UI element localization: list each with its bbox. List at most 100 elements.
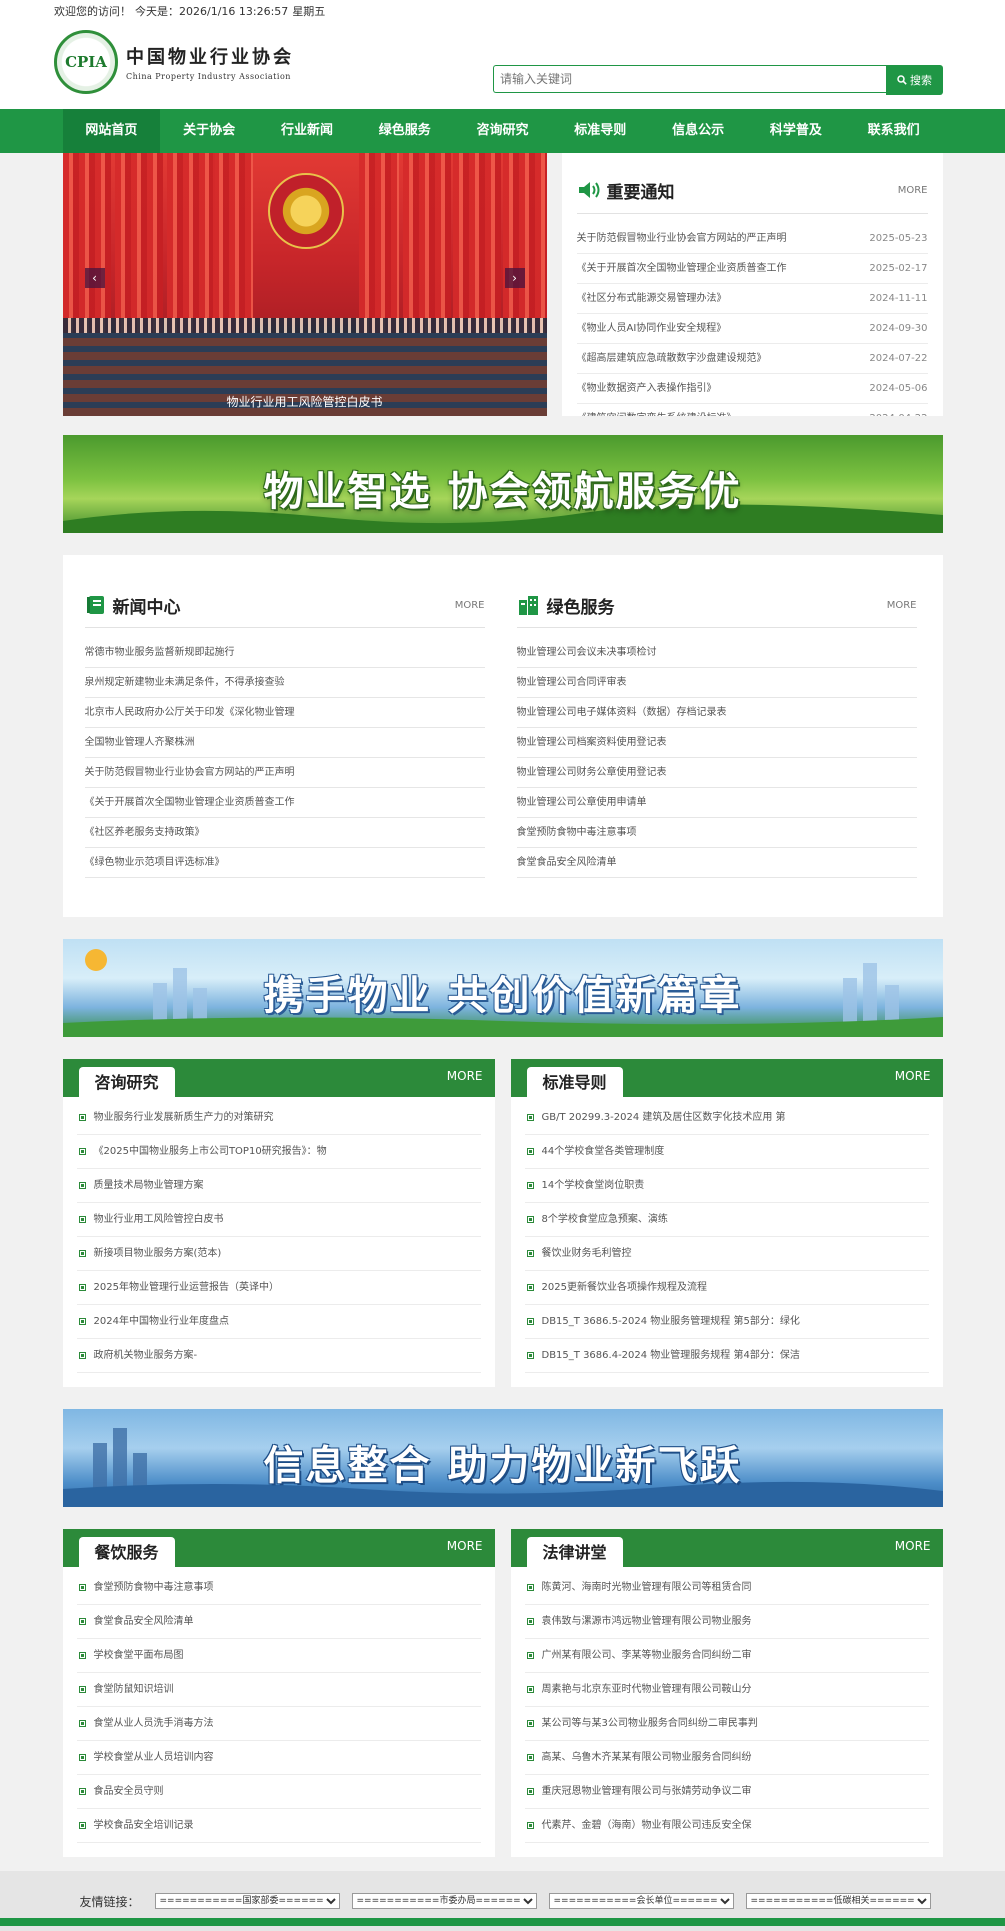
- consulting-item[interactable]: 2025年物业管理行业运营报告（英译中）: [76, 1271, 481, 1305]
- law-item[interactable]: 某公司等与某3公司物业服务合同纠纷二审民事判: [524, 1707, 929, 1741]
- consulting-item[interactable]: 2024年中国物业行业年度盘点: [76, 1305, 481, 1339]
- consulting-item[interactable]: 政府机关物业服务方案-: [76, 1339, 481, 1373]
- banner-2-text: 携手物业 共创价值新篇章: [263, 973, 742, 1019]
- image-slider[interactable]: ‹ › 物业行业用工风险管控白皮书: [62, 153, 547, 416]
- news-item[interactable]: 常德市物业服务监督新规即起施行: [84, 638, 485, 668]
- nav-item-disclosure[interactable]: 信息公示: [649, 109, 747, 153]
- slider-prev-button[interactable]: ‹: [84, 268, 105, 288]
- links-select-city-bureaus[interactable]: ===========市委办局===========: [351, 1893, 537, 1909]
- news-more-link[interactable]: MORE: [455, 600, 485, 611]
- nav-item-industry-news[interactable]: 行业新闻: [258, 109, 356, 153]
- nav-item-standards[interactable]: 标准导则: [551, 109, 649, 153]
- news-item[interactable]: 《关于开展首次全国物业管理企业资质普查工作: [84, 788, 485, 818]
- law-item[interactable]: 代素芹、金碧（海南）物业有限公司违反安全保: [524, 1809, 929, 1843]
- green-item[interactable]: 物业管理公司会议未决事项检讨: [516, 638, 917, 668]
- law-item[interactable]: 重庆冠恩物业管理有限公司与张婧劳动争议二审: [524, 1775, 929, 1809]
- law-more-link[interactable]: MORE: [895, 1539, 931, 1553]
- standards-more-link[interactable]: MORE: [895, 1069, 931, 1083]
- notice-item[interactable]: 《超高层建筑应急疏散数字沙盘建设规范》 2024-07-22: [576, 344, 928, 374]
- standards-item[interactable]: DB15_T 3686.4-2024 物业管理服务规程 第4部分：保洁: [524, 1339, 929, 1373]
- speaker-icon: [578, 182, 599, 198]
- green-service-panel: 绿色服务 MORE 物业管理公司会议未决事项检讨 物业管理公司合同评审表 物业管…: [516, 555, 917, 917]
- promo-banner-1[interactable]: 物业智选 协会领航服务优: [62, 435, 943, 533]
- green-item[interactable]: 食堂预防食物中毒注意事项: [516, 818, 917, 848]
- standards-item[interactable]: 8个学校食堂应急预案、演练: [524, 1203, 929, 1237]
- news-item[interactable]: 《绿色物业示范项目评选标准》: [84, 848, 485, 878]
- links-select-low-carbon[interactable]: ===========低碳相关===========: [745, 1893, 931, 1909]
- notice-item[interactable]: 关于防范假冒物业行业协会官方网站的严正声明 2025-05-23: [576, 224, 928, 254]
- catering-item[interactable]: 学校食堂从业人员培训内容: [76, 1741, 481, 1775]
- news-item[interactable]: 泉州规定新建物业未满足条件，不得承接查验: [84, 668, 485, 698]
- law-item[interactable]: 陈黄河、海南时光物业管理有限公司等租赁合同: [524, 1571, 929, 1605]
- nav-item-green-service[interactable]: 绿色服务: [356, 109, 454, 153]
- slider-next-button[interactable]: ›: [504, 268, 525, 288]
- standards-item[interactable]: 14个学校食堂岗位职责: [524, 1169, 929, 1203]
- weekday: 星期五: [292, 5, 326, 18]
- nav-item-about[interactable]: 关于协会: [160, 109, 258, 153]
- consulting-tab: 咨询研究: [78, 1067, 175, 1097]
- notice-item[interactable]: 《物业数据资产入表操作指引》 2024-05-06: [576, 374, 928, 404]
- consulting-item[interactable]: 物业行业用工风险管控白皮书: [76, 1203, 481, 1237]
- links-select-ministries[interactable]: ===========国家部委===========: [154, 1893, 340, 1909]
- law-item[interactable]: 广州某有限公司、李某等物业服务合同纠纷二审: [524, 1639, 929, 1673]
- catering-item[interactable]: 食品安全员守则: [76, 1775, 481, 1809]
- slider-caption[interactable]: 物业行业用工风险管控白皮书: [63, 393, 547, 410]
- notice-more-link[interactable]: MORE: [898, 185, 928, 196]
- site-logo[interactable]: CPIA 中国物业行业协会 China Property Industry As…: [54, 30, 294, 94]
- green-item[interactable]: 物业管理公司财务公章使用登记表: [516, 758, 917, 788]
- notice-item[interactable]: 《建筑空间数字孪生系统建设标准》2024-04-22: [577, 404, 928, 416]
- promo-banner-3[interactable]: 信息整合 助力物业新飞跃: [62, 1409, 943, 1507]
- nav-item-contact[interactable]: 联系我们: [845, 109, 943, 153]
- notice-panel: 重要通知 MORE 关于防范假冒物业行业协会官方网站的严正声明 2025-05-2…: [561, 153, 943, 416]
- search-input[interactable]: [493, 65, 886, 93]
- standards-panel: 标准导则 MORE GB/T 20299.3-2024 建筑及居住区数字化技术应…: [510, 1059, 943, 1387]
- standards-item[interactable]: GB/T 20299.3-2024 建筑及居住区数字化技术应用 第: [524, 1101, 929, 1135]
- catering-item[interactable]: 食堂防鼠知识培训: [76, 1673, 481, 1707]
- standards-item[interactable]: DB15_T 3686.5-2024 物业服务管理规程 第5部分：绿化: [524, 1305, 929, 1339]
- green-item[interactable]: 物业管理公司合同评审表: [516, 668, 917, 698]
- notice-item[interactable]: 《关于开展首次全国物业管理企业资质普查工作 2025-02-17: [576, 254, 928, 284]
- news-green-section: 新闻中心 MORE 常德市物业服务监督新规即起施行 泉州规定新建物业未满足条件，…: [62, 555, 943, 917]
- catering-item[interactable]: 学校食品安全培训记录: [76, 1809, 481, 1843]
- news-item[interactable]: 全国物业管理人齐聚株洲: [84, 728, 485, 758]
- top-bar: 欢迎您的访问！ 今天是：2026/1/16 13:26:57 星期五: [54, 3, 329, 19]
- nav-item-home[interactable]: 网站首页: [62, 109, 161, 153]
- consulting-item[interactable]: 物业服务行业发展新质生产力的对策研究: [76, 1101, 481, 1135]
- standards-item[interactable]: 44个学校食堂各类管理制度: [524, 1135, 929, 1169]
- promo-banner-2[interactable]: 携手物业 共创价值新篇章: [62, 939, 943, 1037]
- catering-item[interactable]: 食堂食品安全风险清单: [76, 1605, 481, 1639]
- news-center-title: 新闻中心: [85, 593, 181, 618]
- notice-item[interactable]: 《物业人员AI协同作业安全规程》 2024-09-30: [576, 314, 928, 344]
- standards-item[interactable]: 餐饮业财务毛利管控: [524, 1237, 929, 1271]
- book-icon: [86, 596, 104, 614]
- law-item[interactable]: 袁伟致与漯源市鸿远物业管理有限公司物业服务: [524, 1605, 929, 1639]
- catering-panel: 餐饮服务 MORE 食堂预防食物中毒注意事项 食堂食品安全风险清单 学校食堂平面…: [62, 1529, 495, 1857]
- banner-3-text: 信息整合 助力物业新飞跃: [263, 1443, 742, 1489]
- consulting-item[interactable]: 《2025中国物业服务上市公司TOP10研究报告》：物: [76, 1135, 481, 1169]
- consulting-item[interactable]: 质量技术局物业管理方案: [76, 1169, 481, 1203]
- links-select-president-units[interactable]: ===========会长单位===========: [548, 1893, 734, 1909]
- consulting-item[interactable]: 新接项目物业服务方案(范本): [76, 1237, 481, 1271]
- logo-chinese-name: 中国物业行业协会: [126, 47, 294, 68]
- news-item[interactable]: 北京市人民政府办公厅关于印发《深化物业管理: [84, 698, 485, 728]
- nav-item-consulting[interactable]: 咨询研究: [454, 109, 552, 153]
- consulting-more-link[interactable]: MORE: [447, 1069, 483, 1083]
- law-item[interactable]: 高某、乌鲁木齐某某有限公司物业服务合同纠纷: [524, 1741, 929, 1775]
- catering-item[interactable]: 食堂预防食物中毒注意事项: [76, 1571, 481, 1605]
- news-item[interactable]: 关于防范假冒物业行业协会官方网站的严正声明: [84, 758, 485, 788]
- green-item[interactable]: 食堂食品安全风险清单: [516, 848, 917, 878]
- notice-item[interactable]: 《社区分布式能源交易管理办法》 2024-11-11: [576, 284, 928, 314]
- standards-item[interactable]: 2025更新餐饮业各项操作规程及流程: [524, 1271, 929, 1305]
- nav-item-science[interactable]: 科学普及: [747, 109, 845, 153]
- news-item[interactable]: 《社区养老服务支持政策》: [84, 818, 485, 848]
- catering-item[interactable]: 食堂从业人员洗手消毒方法: [76, 1707, 481, 1741]
- catering-item[interactable]: 学校食堂平面布局图: [76, 1639, 481, 1673]
- green-item[interactable]: 物业管理公司档案资料使用登记表: [516, 728, 917, 758]
- law-item[interactable]: 周素艳与北京东亚时代物业管理有限公司鞍山分: [524, 1673, 929, 1707]
- green-more-link[interactable]: MORE: [887, 600, 917, 611]
- green-item[interactable]: 物业管理公司公章使用申请单: [516, 788, 917, 818]
- green-item[interactable]: 物业管理公司电子媒体资料（数据）存档记录表: [516, 698, 917, 728]
- catering-more-link[interactable]: MORE: [447, 1539, 483, 1553]
- law-tab: 法律讲堂: [526, 1537, 623, 1567]
- search-button[interactable]: 搜索: [886, 65, 943, 95]
